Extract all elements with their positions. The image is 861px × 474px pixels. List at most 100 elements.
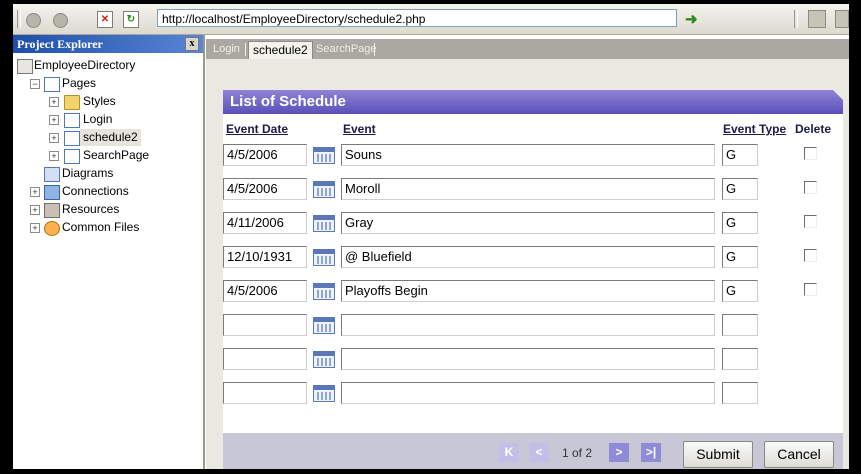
event-date-input[interactable]: 4/5/2006 [223,178,307,200]
project-icon [17,59,33,74]
event-type-input[interactable]: G [722,178,758,200]
calendar-icon[interactable] [313,385,335,402]
first-page-button[interactable]: K [499,443,519,462]
tab-bar: Login schedule2 SearchPage [206,39,849,59]
calendar-icon[interactable] [313,181,335,198]
tree-label: Styles [83,94,116,108]
delete-checkbox[interactable] [804,181,817,194]
expand-icon[interactable]: + [49,133,59,143]
toolbar-grip-2 [794,10,798,28]
expand-icon[interactable]: + [49,151,59,161]
event-input[interactable] [341,382,715,404]
menu-icon[interactable] [835,10,849,28]
expand-icon[interactable]: + [30,223,40,233]
tab-login[interactable]: Login [213,42,240,57]
event-input[interactable]: Gray [341,212,715,234]
event-type-input[interactable]: G [722,144,758,166]
panel-title: List of Schedule [223,90,843,114]
event-type-input[interactable]: G [722,280,758,302]
event-type-input[interactable]: G [722,212,758,234]
column-header-event-type[interactable]: Event Type [723,122,786,136]
forward-icon[interactable] [53,13,68,28]
tree-label: Login [83,112,113,126]
address-bar[interactable]: http://localhost/EmployeeDirectory/sched… [157,9,677,27]
event-date-input[interactable] [223,314,307,336]
calendar-icon[interactable] [313,351,335,368]
delete-checkbox[interactable] [804,283,817,296]
project-explorer: Project Explorer x EmployeeDirectory − P… [13,35,205,469]
close-icon[interactable]: x [185,37,199,51]
tree-label: SearchPage [83,148,150,162]
column-header-event[interactable]: Event [343,122,376,136]
calendar-icon[interactable] [313,249,335,266]
event-input[interactable]: Moroll [341,178,715,200]
pages-icon [44,77,60,92]
panel-corner [833,90,843,100]
next-page-button[interactable]: > [609,443,629,462]
delete-checkbox[interactable] [804,215,817,228]
calendar-icon[interactable] [313,147,335,164]
event-date-input[interactable]: 4/11/2006 [223,212,307,234]
tab-schedule2[interactable]: schedule2 [248,41,313,59]
event-type-input[interactable] [722,382,758,404]
stop-icon[interactable]: ✕ [97,11,113,28]
diagram-icon [44,167,60,182]
connection-icon [44,185,60,200]
event-input[interactable] [341,314,715,336]
resources-icon [44,203,60,218]
toolbar-grip [17,10,21,28]
event-type-input[interactable]: G [722,246,758,268]
expand-icon[interactable]: + [30,205,40,215]
delete-checkbox[interactable] [804,249,817,262]
folder-icon [64,95,80,110]
schedule-panel: List of Schedule Event Date Event Event … [223,90,843,469]
tab-separator [245,43,246,56]
event-input[interactable]: @ Bluefield [341,246,715,268]
event-date-input[interactable]: 4/5/2006 [223,144,307,166]
event-input[interactable]: Playoffs Begin [341,280,715,302]
tab-searchpage[interactable]: SearchPage [316,42,377,57]
refresh-icon[interactable]: ↻ [123,11,139,28]
expand-icon[interactable]: + [49,97,59,107]
event-input[interactable] [341,348,715,370]
tree-label: Pages [62,76,97,90]
back-icon[interactable] [26,13,41,28]
column-header-delete: Delete [795,122,832,136]
calendar-icon[interactable] [313,317,335,334]
tree-label: schedule2 [80,129,141,146]
page-icon [64,149,80,164]
event-input[interactable]: Souns [341,144,715,166]
submit-button[interactable]: Submit [683,441,753,468]
tree-label: EmployeeDirectory [34,58,136,72]
tree-label: Connections [62,184,129,198]
event-date-input[interactable]: 4/5/2006 [223,280,307,302]
tree-label: Common Files [62,220,140,234]
calendar-icon[interactable] [313,283,335,300]
event-date-input[interactable] [223,382,307,404]
expand-icon[interactable]: + [49,115,59,125]
event-type-input[interactable] [722,314,758,336]
page-indicator: 1 of 2 [562,446,593,460]
calendar-icon[interactable] [313,215,335,232]
pager-bar: K < 1 of 2 > >| Submit Cancel [223,433,843,469]
tree-label: Diagrams [62,166,114,180]
expand-icon[interactable]: + [30,187,40,197]
page-icon [64,131,80,146]
event-date-input[interactable] [223,348,307,370]
explorer-title: Project Explorer [17,37,103,51]
common-files-icon [44,221,60,236]
last-page-button[interactable]: >| [641,443,661,462]
tree-label: Resources [62,202,120,216]
delete-checkbox[interactable] [804,147,817,160]
column-header-event-date[interactable]: Event Date [226,122,288,136]
grid-icon[interactable] [808,10,826,28]
cancel-button[interactable]: Cancel [764,441,834,468]
page-icon [64,113,80,128]
go-arrow-icon[interactable]: ➜ [685,10,698,28]
event-date-input[interactable]: 12/10/1931 [223,246,307,268]
ide-window: ✕ ↻ http://localhost/EmployeeDirectory/s… [13,4,849,469]
explorer-header: Project Explorer x [13,35,203,53]
prev-page-button[interactable]: < [529,443,549,462]
event-type-input[interactable] [722,348,758,370]
collapse-icon[interactable]: − [30,79,40,89]
